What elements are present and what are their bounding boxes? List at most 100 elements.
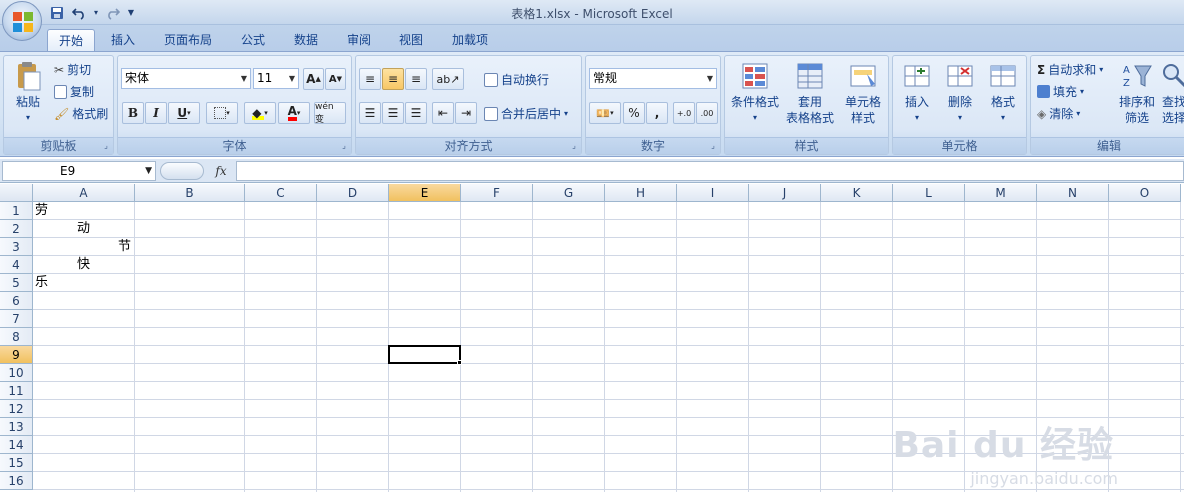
font-launcher-icon[interactable]: ⌟ xyxy=(339,141,349,151)
active-cell-border[interactable] xyxy=(388,345,461,364)
column-header-b[interactable]: B xyxy=(135,184,245,202)
row-header-9[interactable]: 9 xyxy=(0,346,33,364)
autosum-button[interactable]: Σ 自动求和 ▾ xyxy=(1037,61,1103,78)
formula-bar-expand-handle[interactable] xyxy=(160,162,204,180)
column-header-n[interactable]: N xyxy=(1037,184,1109,202)
tab-view[interactable]: 视图 xyxy=(388,29,434,52)
row-header-7[interactable]: 7 xyxy=(0,310,33,328)
cell-a5[interactable]: 乐 xyxy=(35,274,48,292)
align-right-button[interactable]: ☰ xyxy=(405,102,427,124)
number-launcher-icon[interactable]: ⌟ xyxy=(708,141,718,151)
align-middle-button[interactable]: ≡ xyxy=(382,68,404,90)
row-header-6[interactable]: 6 xyxy=(0,292,33,310)
column-header-d[interactable]: D xyxy=(317,184,389,202)
grow-font-button[interactable]: A ▲ xyxy=(303,68,324,90)
sort-filter-button[interactable]: A Z 排序和 筛选 xyxy=(1117,60,1157,126)
column-header-c[interactable]: C xyxy=(245,184,317,202)
align-bottom-button[interactable]: ≡ xyxy=(405,68,427,90)
row-header-8[interactable]: 8 xyxy=(0,328,33,346)
column-header-m[interactable]: M xyxy=(965,184,1037,202)
borders-button[interactable]: ▾ xyxy=(206,102,238,124)
decrease-decimal-button[interactable]: .00 xyxy=(696,102,718,124)
clear-button[interactable]: ◈ 清除 ▾ xyxy=(1037,105,1080,122)
column-header-o[interactable]: O xyxy=(1109,184,1181,202)
column-header-j[interactable]: J xyxy=(749,184,821,202)
fill-button[interactable]: 填充 ▾ xyxy=(1037,83,1084,100)
comma-button[interactable]: , xyxy=(646,102,668,124)
insert-cells-button[interactable]: 插入 ▾ xyxy=(897,60,937,126)
column-header-h[interactable]: H xyxy=(605,184,677,202)
format-cells-button[interactable]: 格式 ▾ xyxy=(983,60,1023,126)
shrink-font-button[interactable]: A ▼ xyxy=(325,68,346,90)
row-header-2[interactable]: 2 xyxy=(0,220,33,238)
alignment-launcher-icon[interactable]: ⌟ xyxy=(569,141,579,151)
formula-input[interactable] xyxy=(236,161,1184,181)
paste-button[interactable]: 粘贴 ▾ xyxy=(8,60,48,126)
find-select-button[interactable]: 查找 选择 xyxy=(1159,60,1184,126)
column-header-g[interactable]: G xyxy=(533,184,605,202)
row-header-15[interactable]: 15 xyxy=(0,454,33,472)
row-header-4[interactable]: 4 xyxy=(0,256,33,274)
cut-button[interactable]: ✂ 剪切 xyxy=(54,61,91,78)
column-header-l[interactable]: L xyxy=(893,184,965,202)
align-left-button[interactable]: ☰ xyxy=(359,102,381,124)
tab-data[interactable]: 数据 xyxy=(283,29,329,52)
row-header-10[interactable]: 10 xyxy=(0,364,33,382)
cell-a3[interactable]: 节 xyxy=(118,238,131,256)
underline-button[interactable]: U ▾ xyxy=(168,102,200,124)
italic-button[interactable]: I xyxy=(145,102,167,124)
cell-a1[interactable]: 劳 xyxy=(35,202,48,220)
wrap-text-button[interactable]: 自动换行 xyxy=(484,71,549,88)
fill-color-button[interactable]: ◆ ▾ xyxy=(244,102,276,124)
row-header-1[interactable]: 1 xyxy=(0,202,33,220)
column-header-f[interactable]: F xyxy=(461,184,533,202)
row-header-5[interactable]: 5 xyxy=(0,274,33,292)
font-size-dropdown[interactable]: 11 ▼ xyxy=(253,68,299,89)
tab-insert[interactable]: 插入 xyxy=(100,29,146,52)
column-header-i[interactable]: I xyxy=(677,184,749,202)
tab-formulas[interactable]: 公式 xyxy=(230,29,276,52)
copy-button[interactable]: 复制 xyxy=(54,83,94,100)
number-format-dropdown[interactable]: 常规 ▼ xyxy=(589,68,717,89)
row-header-12[interactable]: 12 xyxy=(0,400,33,418)
decrease-indent-button[interactable]: ⇤ xyxy=(432,102,454,124)
align-top-button[interactable]: ≡ xyxy=(359,68,381,90)
cell-a2[interactable]: 动 xyxy=(77,220,90,238)
bold-button[interactable]: B xyxy=(122,102,144,124)
fill-handle[interactable] xyxy=(457,360,462,365)
insert-function-button[interactable]: fx xyxy=(210,162,232,180)
accounting-format-button[interactable]: 💴 ▾ xyxy=(589,102,621,124)
select-all-corner[interactable] xyxy=(0,184,33,202)
align-center-button[interactable]: ☰ xyxy=(382,102,404,124)
increase-decimal-button[interactable]: +.0 xyxy=(673,102,695,124)
font-name-dropdown[interactable]: 宋体 ▼ xyxy=(121,68,251,89)
increase-indent-button[interactable]: ⇥ xyxy=(455,102,477,124)
orientation-button[interactable]: ab↗ xyxy=(432,68,464,90)
delete-cells-button[interactable]: 删除 ▾ xyxy=(940,60,980,126)
font-color-button[interactable]: A ▾ xyxy=(278,102,310,124)
conditional-formatting-button[interactable]: 条件格式 ▾ xyxy=(728,60,782,126)
tab-page-layout[interactable]: 页面布局 xyxy=(153,29,223,52)
row-header-13[interactable]: 13 xyxy=(0,418,33,436)
cell-styles-button[interactable]: 单元格 样式 xyxy=(839,60,887,126)
row-header-14[interactable]: 14 xyxy=(0,436,33,454)
column-header-a[interactable]: A xyxy=(33,184,135,202)
format-painter-button[interactable]: 🖌 格式刷 xyxy=(54,105,108,122)
cell-a4[interactable]: 快 xyxy=(77,256,90,274)
clipboard-launcher-icon[interactable]: ⌟ xyxy=(101,141,111,151)
merge-center-button[interactable]: 合并后居中 ▾ xyxy=(484,105,568,122)
format-as-table-button[interactable]: 套用 表格格式 xyxy=(785,60,835,126)
office-button[interactable] xyxy=(2,1,42,41)
percent-button[interactable]: % xyxy=(623,102,645,124)
grid-line xyxy=(33,219,1184,220)
column-header-e[interactable]: E xyxy=(389,184,461,202)
tab-home[interactable]: 开始 xyxy=(47,29,96,52)
name-box[interactable]: E9 ▼ xyxy=(2,161,156,181)
tab-addins[interactable]: 加载项 xyxy=(441,29,499,52)
phonetic-button[interactable]: wén 变 xyxy=(314,102,346,125)
tab-review[interactable]: 审阅 xyxy=(336,29,382,52)
row-header-11[interactable]: 11 xyxy=(0,382,33,400)
row-header-3[interactable]: 3 xyxy=(0,238,33,256)
row-header-16[interactable]: 16 xyxy=(0,472,33,490)
column-header-k[interactable]: K xyxy=(821,184,893,202)
